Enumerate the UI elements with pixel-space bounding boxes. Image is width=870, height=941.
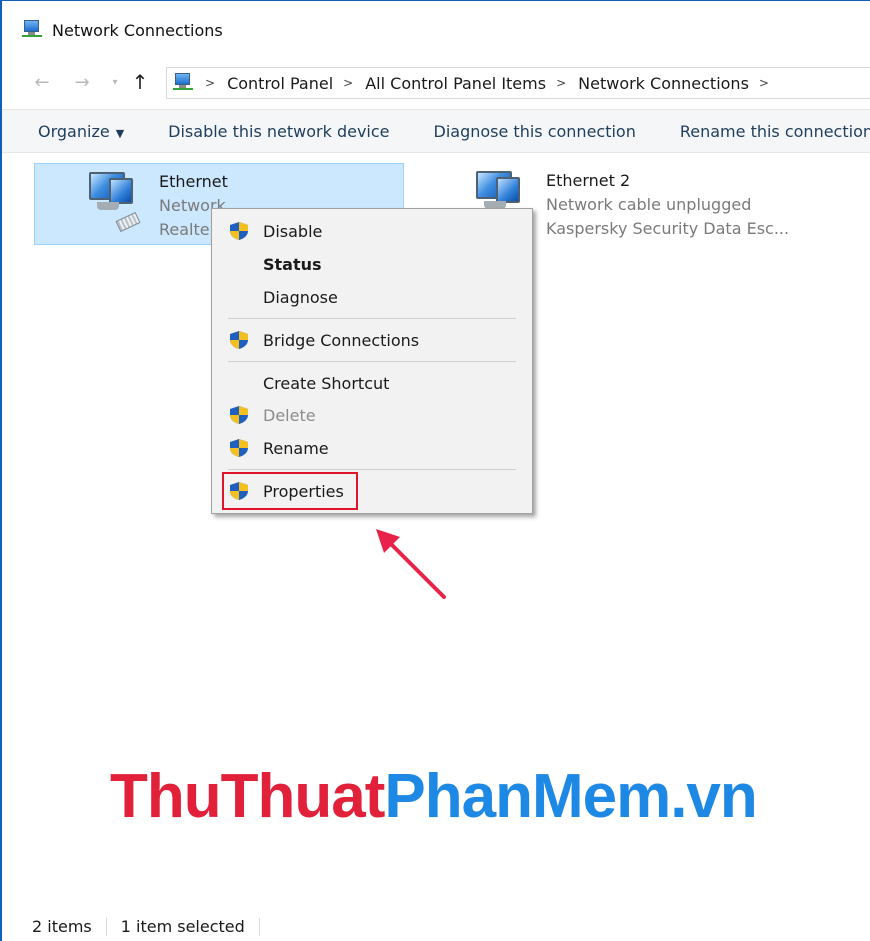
network-adapter-icon xyxy=(79,168,151,242)
selection-count: 1 item selected xyxy=(120,917,245,936)
forward-arrow-icon[interactable]: → xyxy=(62,72,102,93)
status-divider xyxy=(258,917,260,936)
uac-shield-icon xyxy=(230,331,248,349)
properties-highlight-box xyxy=(222,472,358,510)
menu-label: Create Shortcut xyxy=(263,373,390,393)
network-connections-icon xyxy=(22,20,44,40)
breadcrumb-all-control-panel-items[interactable]: All Control Panel Items xyxy=(365,74,546,93)
menu-label: Bridge Connections xyxy=(263,330,420,350)
diagnose-connection-button[interactable]: Diagnose this connection xyxy=(434,122,636,141)
uac-shield-icon xyxy=(230,406,248,424)
menu-item-disable[interactable]: Disable xyxy=(212,215,532,247)
menu-separator xyxy=(228,469,516,470)
caret-down-icon: ▼ xyxy=(115,126,125,140)
context-menu: Disable Status Diagnose Bridge Connectio… xyxy=(211,208,533,514)
breadcrumb-separator-icon[interactable]: > xyxy=(759,76,769,90)
status-bar: 2 items 1 item selected xyxy=(2,911,870,941)
menu-separator xyxy=(228,318,516,319)
menu-item-delete: Delete xyxy=(212,399,532,431)
uac-shield-icon xyxy=(230,439,248,457)
uac-shield-icon xyxy=(230,222,248,240)
back-arrow-icon[interactable]: ← xyxy=(22,72,62,93)
menu-item-status[interactable]: Status xyxy=(212,248,532,280)
watermark-part1: ThuThuat xyxy=(110,762,385,831)
recent-locations-chevron-icon[interactable]: ▾ xyxy=(102,77,128,88)
connection-status: Network cable unplugged xyxy=(546,195,752,214)
organize-label: Organize xyxy=(38,121,110,141)
menu-item-rename[interactable]: Rename xyxy=(212,432,532,464)
menu-label: Rename xyxy=(263,438,329,458)
address-bar[interactable]: > Control Panel > All Control Panel Item… xyxy=(166,67,870,99)
watermark-logo: ThuThuatPhanMem.vn xyxy=(110,761,758,832)
connection-name: Ethernet 2 xyxy=(546,171,631,190)
annotation-arrow-icon xyxy=(376,529,446,599)
title-bar: Network Connections xyxy=(2,1,870,59)
breadcrumb-network-connections[interactable]: Network Connections xyxy=(578,74,749,93)
breadcrumb-separator-icon[interactable]: > xyxy=(343,76,353,90)
window-title: Network Connections xyxy=(52,20,223,40)
control-panel-icon xyxy=(173,73,195,93)
status-divider xyxy=(105,917,107,936)
up-arrow-icon[interactable]: ↑ xyxy=(128,70,152,94)
menu-label: Disable xyxy=(263,221,323,241)
organize-button[interactable]: Organize ▼ xyxy=(38,122,124,141)
item-count: 2 items xyxy=(32,917,92,936)
command-bar: Organize ▼ Disable this network device Di… xyxy=(2,109,870,153)
navigation-bar: ← → ▾ ↑ > Control Panel > All Control Pa… xyxy=(2,63,870,101)
rename-connection-button[interactable]: Rename this connection xyxy=(680,122,870,141)
disable-device-button[interactable]: Disable this network device xyxy=(168,122,389,141)
breadcrumb-separator-icon[interactable]: > xyxy=(556,76,566,90)
breadcrumb-separator-icon[interactable]: > xyxy=(205,76,215,90)
menu-label: Delete xyxy=(263,405,316,425)
connection-device: Kaspersky Security Data Esc... xyxy=(546,219,790,238)
menu-label: Status xyxy=(263,254,322,274)
breadcrumb-control-panel[interactable]: Control Panel xyxy=(227,74,333,93)
menu-item-bridge-connections[interactable]: Bridge Connections xyxy=(212,324,532,356)
menu-item-create-shortcut[interactable]: Create Shortcut xyxy=(212,367,532,399)
connection-name: Ethernet xyxy=(159,172,228,191)
menu-separator xyxy=(228,361,516,362)
menu-label: Diagnose xyxy=(263,287,338,307)
menu-item-diagnose[interactable]: Diagnose xyxy=(212,281,532,313)
watermark-part2: PhanMem.vn xyxy=(384,762,757,831)
